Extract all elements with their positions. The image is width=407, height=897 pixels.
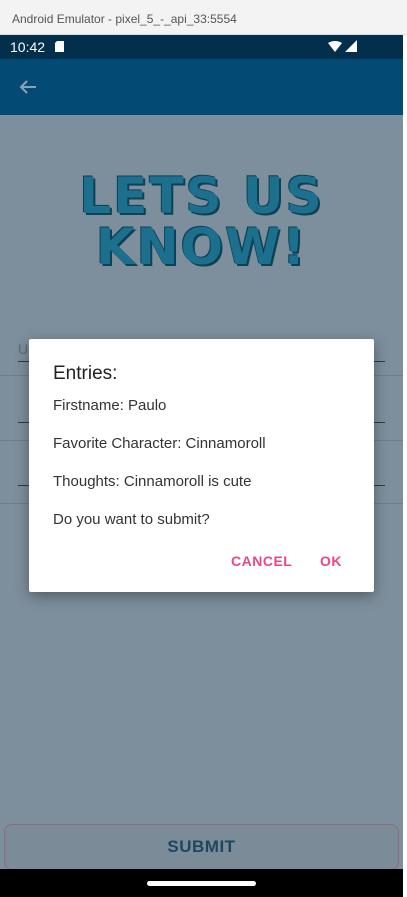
emulator-title-bar: Android Emulator - pixel_5_-_api_33:5554	[0, 0, 407, 35]
back-arrow-icon[interactable]	[18, 77, 38, 97]
hero-line-1: LETS US	[79, 167, 324, 225]
dialog-title: Entries:	[53, 363, 118, 384]
entry-favorite-character: Favorite Character: Cinnamoroll	[53, 435, 266, 452]
status-time: 10:42	[10, 39, 46, 55]
firstname-field-label: U	[18, 341, 29, 357]
hero-heading: LETS US KNOW!	[0, 171, 403, 273]
sd-card-icon	[55, 41, 64, 52]
ok-button[interactable]: OK	[320, 553, 342, 569]
cancel-button[interactable]: CANCEL	[231, 553, 292, 569]
entry-thoughts: Thoughts: Cinnamoroll is cute	[53, 473, 252, 490]
navigation-bar	[0, 869, 403, 897]
hero-line-2: KNOW!	[95, 218, 308, 276]
emulator-title: Android Emulator - pixel_5_-_api_33:5554	[12, 12, 237, 26]
home-indicator[interactable]	[147, 881, 256, 886]
dialog-question: Do you want to submit?	[53, 511, 210, 528]
submit-button[interactable]: SUBMIT	[4, 824, 399, 870]
entry-firstname: Firstname: Paulo	[53, 397, 167, 414]
emulator-edge	[403, 35, 407, 897]
entries-dialog: Entries: Firstname: Paulo Favorite Chara…	[29, 339, 374, 592]
signal-icon	[345, 40, 357, 52]
app-bar	[0, 59, 403, 115]
wifi-icon	[328, 41, 342, 52]
status-bar: 10:42	[0, 35, 403, 59]
